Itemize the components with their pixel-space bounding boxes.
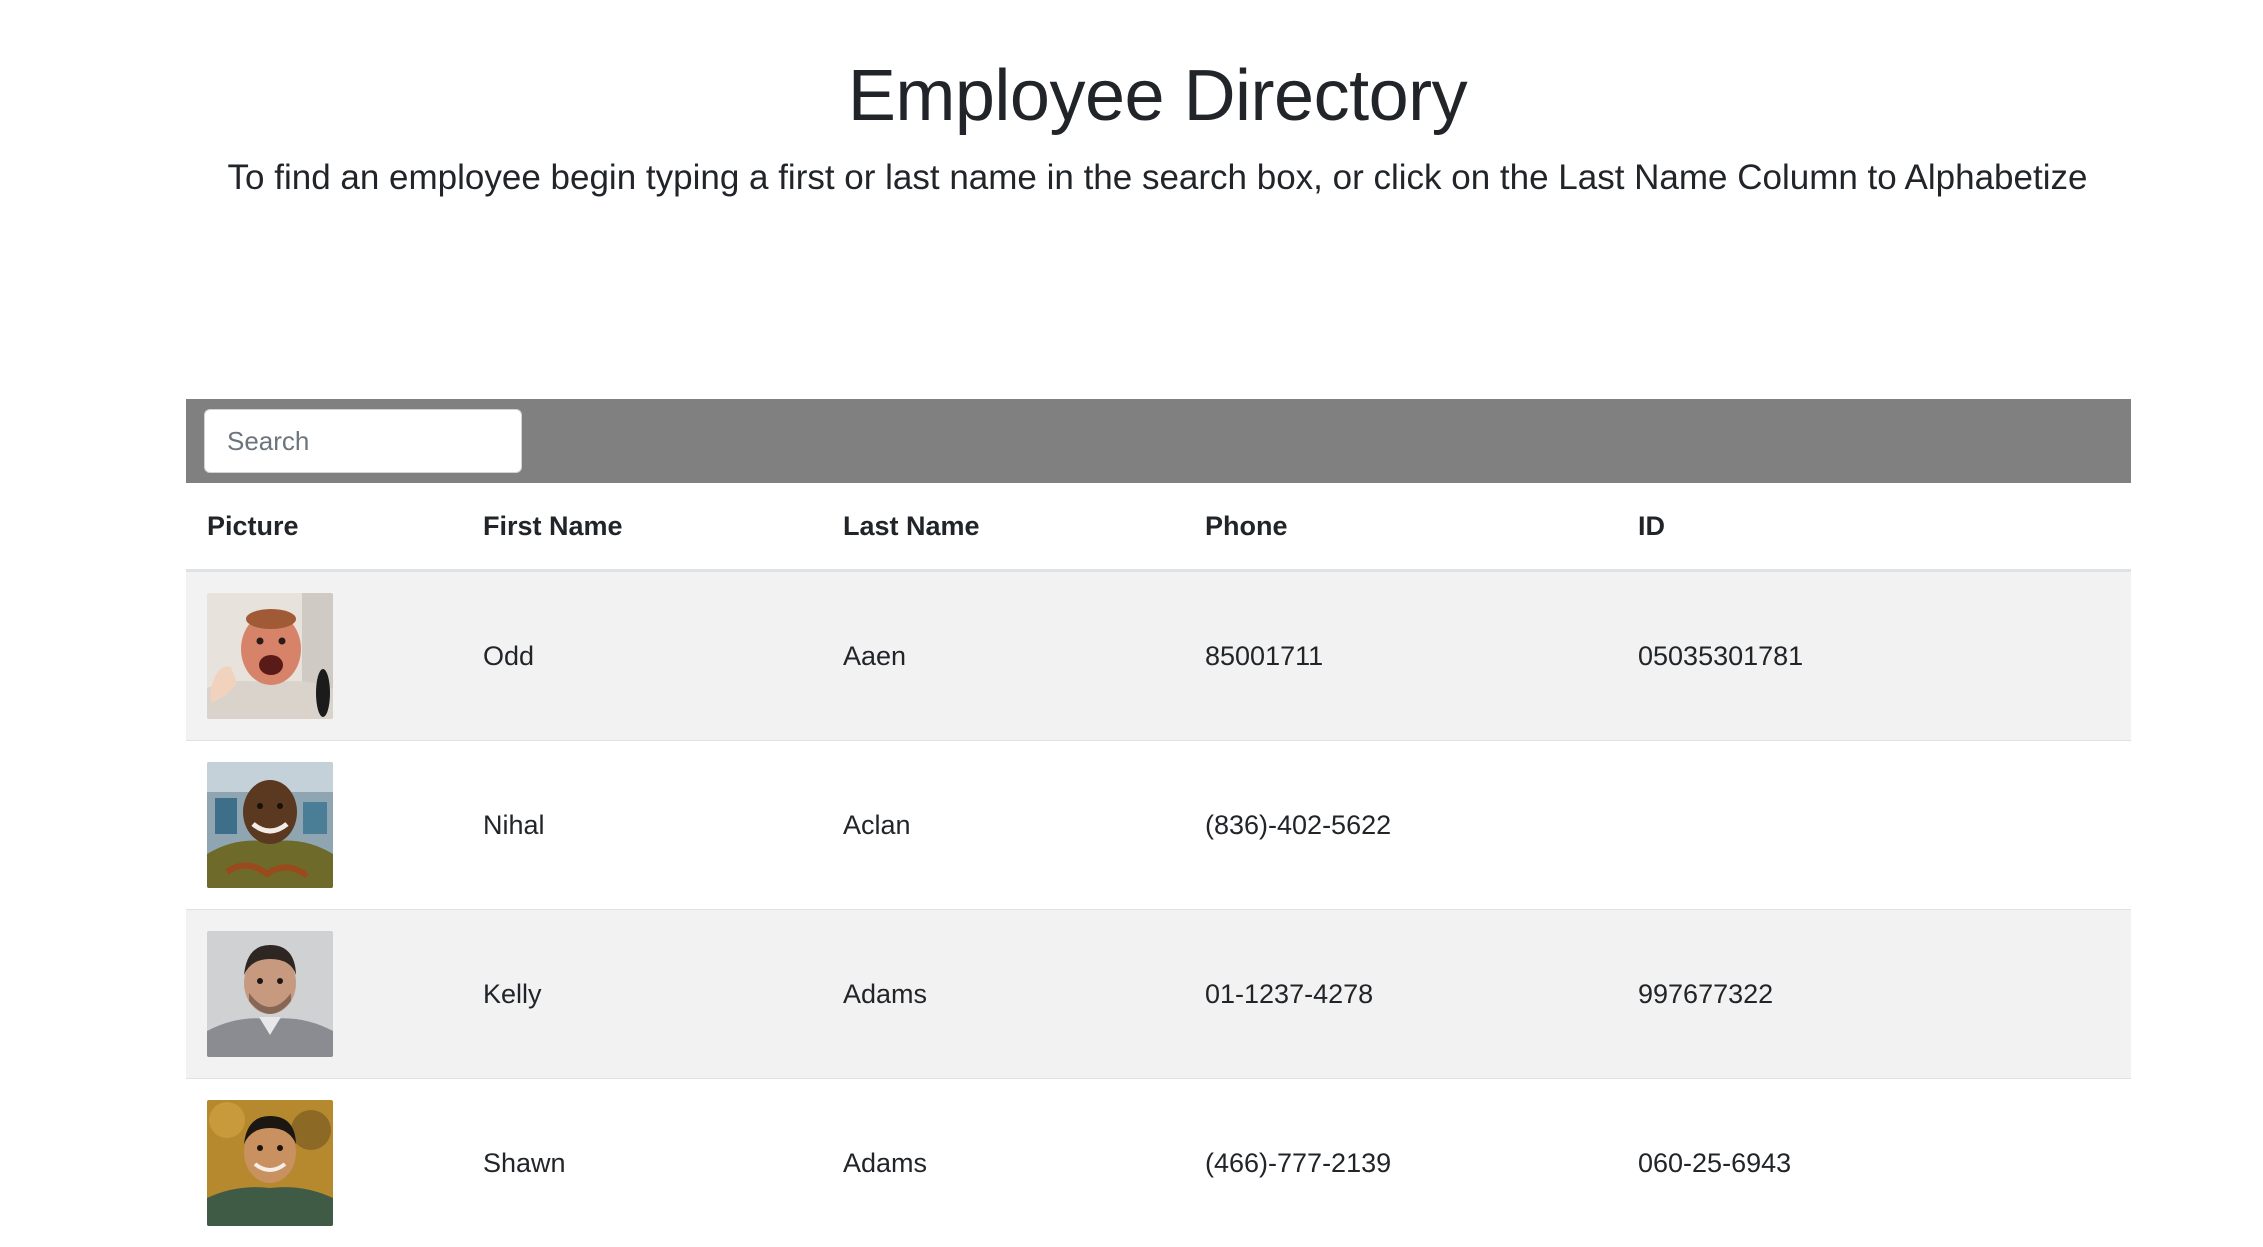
search-input[interactable] [204, 409, 522, 473]
employee-table: Picture First Name Last Name Phone ID [186, 483, 2131, 1247]
column-header-phone: Phone [1184, 483, 1617, 571]
cell-phone: (836)-402-5622 [1184, 741, 1617, 910]
cell-last-name: Adams [822, 1079, 1184, 1247]
cell-first-name: Shawn [462, 1079, 822, 1247]
table-header-row: Picture First Name Last Name Phone ID [186, 483, 2131, 571]
employee-photo [207, 931, 333, 1057]
employee-directory: Picture First Name Last Name Phone ID [186, 399, 2131, 1247]
column-header-first-name: First Name [462, 483, 822, 571]
page-subtitle: To find an employee begin typing a first… [0, 156, 2263, 200]
cell-first-name: Nihal [462, 741, 822, 910]
column-header-picture: Picture [186, 483, 462, 571]
cell-id: 060-25-6943 [1617, 1079, 2131, 1247]
column-header-id: ID [1617, 483, 2131, 571]
column-header-last-name[interactable]: Last Name [822, 483, 1184, 571]
cell-last-name: Adams [822, 910, 1184, 1079]
cell-id: 997677322 [1617, 910, 2131, 1079]
table-row: Odd Aaen 85001711 05035301781 [186, 571, 2131, 741]
employee-photo [207, 1100, 333, 1226]
cell-last-name: Aclan [822, 741, 1184, 910]
cell-first-name: Odd [462, 571, 822, 741]
cell-last-name: Aaen [822, 571, 1184, 741]
cell-id [1617, 741, 2131, 910]
employee-photo [207, 593, 333, 719]
table-row: Kelly Adams 01-1237-4278 997677322 [186, 910, 2131, 1079]
cell-phone: 85001711 [1184, 571, 1617, 741]
cell-id: 05035301781 [1617, 571, 2131, 741]
table-row: Shawn Adams (466)-777-2139 060-25-6943 [186, 1079, 2131, 1247]
employee-photo [207, 762, 333, 888]
cell-phone: 01-1237-4278 [1184, 910, 1617, 1079]
table-row: Nihal Aclan (836)-402-5622 [186, 741, 2131, 910]
cell-first-name: Kelly [462, 910, 822, 1079]
page-title: Employee Directory [0, 52, 2263, 140]
cell-phone: (466)-777-2139 [1184, 1079, 1617, 1247]
search-bar [186, 399, 2131, 483]
